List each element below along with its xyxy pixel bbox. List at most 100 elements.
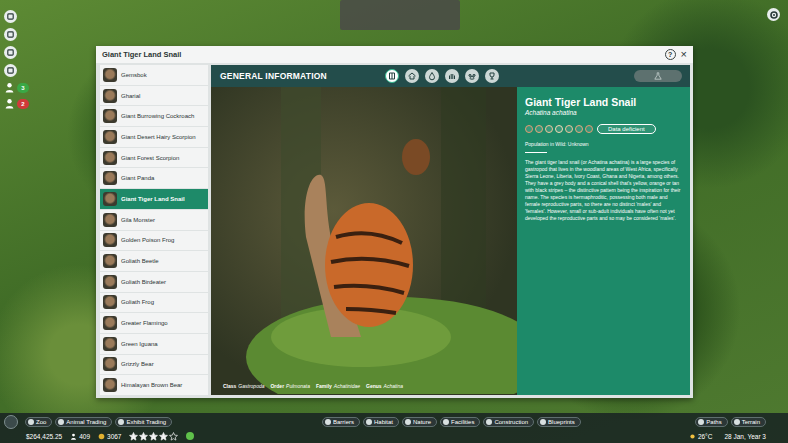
star-icon (169, 432, 178, 441)
toolbar-button[interactable]: Exhibit Trading (115, 417, 172, 427)
person-icon (4, 82, 15, 93)
toolbar-button[interactable]: Paths (695, 417, 727, 427)
animal-thumbnail (103, 337, 117, 351)
animal-list-item[interactable]: Grizzly Bear (100, 355, 208, 375)
panel-heading: GENERAL INFORMATION (220, 71, 385, 81)
temperature: 26°C (689, 433, 713, 440)
happiness-icon[interactable] (186, 432, 194, 440)
animal-thumbnail (103, 130, 117, 144)
animal-thumbnail (103, 233, 117, 247)
animal-list-item[interactable]: Greater Flamingo (100, 313, 208, 333)
animal-list-item[interactable]: Gila Monster (100, 210, 208, 230)
animal-thumbnail (103, 357, 117, 371)
animal-list-item[interactable]: Goliath Beetle (100, 251, 208, 271)
menu-glyph-icon (6, 66, 15, 75)
animal-list-item[interactable]: Gemsbok (100, 65, 208, 85)
animal-thumbnail (103, 171, 117, 185)
conservation-dot (535, 125, 543, 133)
info-tab[interactable] (425, 69, 439, 83)
star-icon (159, 432, 168, 441)
guest-icon (70, 433, 77, 440)
animal-list-item[interactable]: Golden Poison Frog (100, 231, 208, 251)
conservation-dot (585, 125, 593, 133)
animal-list-item[interactable]: Giant Burrowing Cockroach (100, 106, 208, 126)
info-tab[interactable] (485, 69, 499, 83)
alert-indicator[interactable]: 2 (4, 98, 29, 109)
window-title-bar[interactable]: Giant Tiger Land Snail? × (96, 46, 693, 63)
animal-thumbnail (103, 151, 117, 165)
tab-icon (447, 71, 457, 81)
button-icon (325, 419, 331, 425)
flask-icon (654, 72, 662, 80)
close-button[interactable]: × (681, 49, 687, 60)
taxonomy-caption: ClassGastropodaOrderPulmonataFamilyAchat… (223, 383, 403, 389)
conservation-dot (525, 125, 533, 133)
animal-list-item[interactable]: Goliath Birdeater (100, 272, 208, 292)
rating-points: 3067 (98, 433, 121, 440)
info-tab[interactable] (465, 69, 479, 83)
animal-thumbnail (103, 378, 117, 392)
animal-thumbnail (103, 316, 117, 330)
animal-list-item[interactable]: Green Iguana (100, 334, 208, 354)
button-icon (443, 419, 449, 425)
button-icon (118, 419, 124, 425)
tab-icon (467, 71, 477, 81)
animal-name: Giant Tiger Land Snail (525, 96, 683, 108)
tab-icon (407, 71, 417, 81)
toolbar-button[interactable]: Habitat (363, 417, 399, 427)
animal-thumbnail (103, 213, 117, 227)
tab-icon (387, 71, 397, 81)
alert-indicator[interactable]: 3 (4, 82, 29, 93)
toolbar-button[interactable]: Nature (402, 417, 437, 427)
menu-glyph-icon (6, 48, 15, 57)
info-tab[interactable] (385, 69, 399, 83)
conservation-dot (545, 125, 553, 133)
star-icon (139, 432, 148, 441)
hud-menu-icon[interactable] (4, 10, 17, 23)
help-button[interactable]: ? (665, 49, 676, 60)
toolbar-button[interactable]: Barriers (322, 417, 360, 427)
guest-count: 409 (70, 433, 90, 440)
toolbar-button[interactable]: Zoo (25, 417, 52, 427)
animal-list-item[interactable]: Giant Desert Hairy Scorpion (100, 127, 208, 147)
money: $264,425.25 (26, 433, 62, 440)
hud-menu-icon[interactable] (4, 46, 17, 59)
animal-list-item[interactable]: Goliath Frog (100, 293, 208, 313)
left-hud: 32 (4, 10, 29, 109)
alert-count: 3 (17, 83, 29, 93)
button-icon (734, 419, 740, 425)
panel-header: GENERAL INFORMATION (211, 65, 690, 87)
hud-menu-icon[interactable] (4, 28, 17, 41)
zoo-menu-icon[interactable] (4, 415, 18, 429)
button-icon (28, 419, 34, 425)
zoo-building (340, 0, 460, 30)
toolbar-button[interactable]: Animal Trading (55, 417, 112, 427)
rating-icon (98, 433, 105, 440)
button-icon (58, 419, 64, 425)
toolbar-button[interactable]: Blueprints (537, 417, 581, 427)
animal-list-item[interactable]: Himalayan Brown Bear (100, 375, 208, 395)
info-tab[interactable] (405, 69, 419, 83)
toolbar-button[interactable]: Facilities (440, 417, 480, 427)
toolbar-button[interactable]: Terrain (731, 417, 766, 427)
animal-list-item[interactable]: Giant Forest Scorpion (100, 148, 208, 168)
button-icon (698, 419, 704, 425)
animal-thumbnail (103, 89, 117, 103)
info-tabs (385, 69, 499, 83)
animal-list-item[interactable]: Gharial (100, 86, 208, 106)
window-title: Giant Tiger Land Snail (102, 50, 181, 59)
tab-icon (427, 71, 437, 81)
status-pill: Data deficient (597, 124, 656, 134)
button-icon (486, 419, 492, 425)
info-tab[interactable] (445, 69, 459, 83)
settings-gear-icon[interactable] (767, 8, 780, 21)
animal-list-item[interactable]: Giant Tiger Land Snail (100, 189, 208, 209)
animal-info-window: Giant Tiger Land Snail?×GemsbokGharialGi… (96, 46, 693, 398)
hud-menu-icon[interactable] (4, 64, 17, 77)
menu-glyph-icon (6, 12, 15, 21)
toolbar-button[interactable]: Construction (483, 417, 534, 427)
animal-list-item[interactable]: Giant Panda (100, 168, 208, 188)
animal-photo: ClassGastropodaOrderPulmonataFamilyAchat… (211, 87, 517, 395)
zoo-screen: 32Giant Tiger Land Snail?×GemsbokGharial… (0, 0, 788, 443)
flask-action-button[interactable] (634, 70, 682, 82)
